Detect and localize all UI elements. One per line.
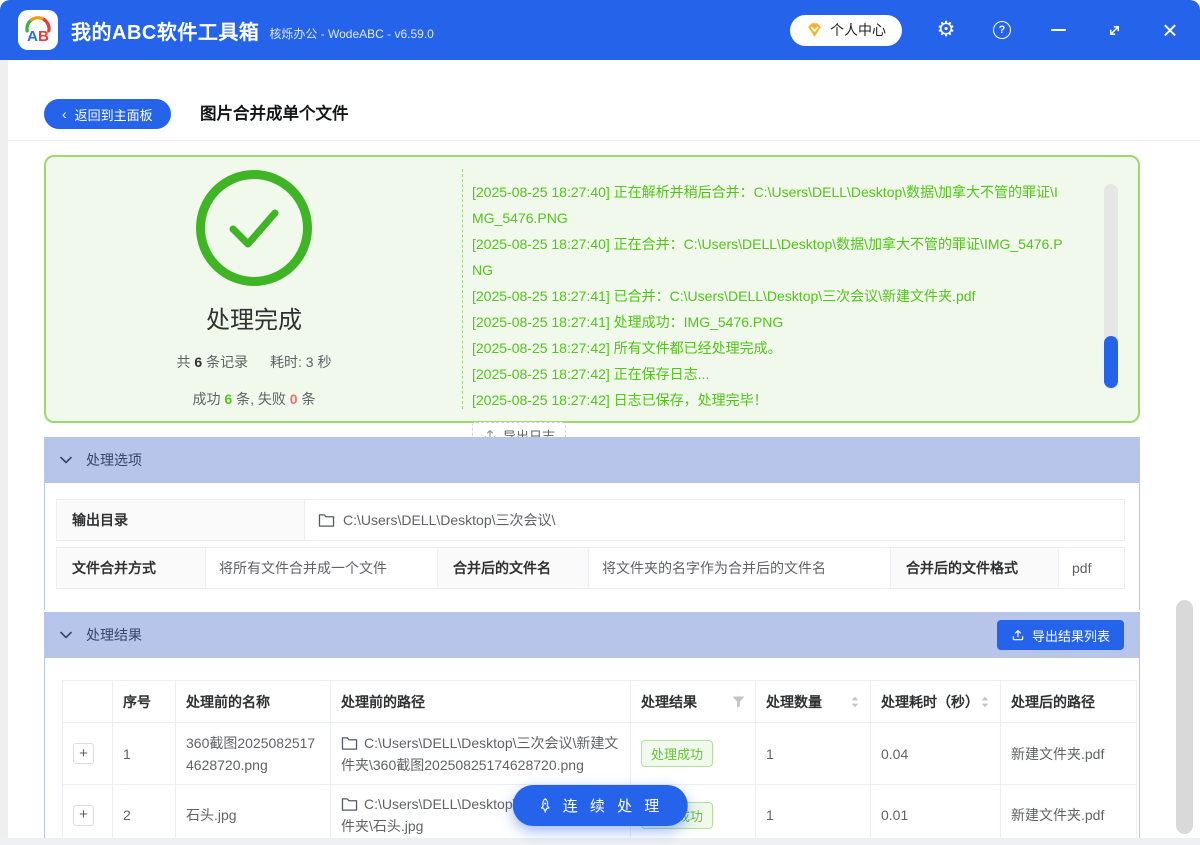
summary-left-column: 处理完成 共 6 条记录 耗时: 3 秒 成功 6 条, 失败 0 条 [46,157,462,421]
export-results-button[interactable]: 导出结果列表 [996,620,1124,650]
col-src-path: 处理前的路径 [330,680,631,723]
summary-totals: 共 6 条记录 耗时: 3 秒 [176,354,332,370]
col-out-path: 处理后的路径 [1000,680,1137,723]
titlebar: AB 我的ABC软件工具箱 核烁办公 - WodeABC - v6.59.0 个… [0,0,1200,60]
desktop-edge [0,60,8,845]
maximize-button[interactable] [1102,18,1126,42]
help-icon[interactable]: ? [990,18,1014,42]
row-name: 石头.jpg [186,807,237,823]
log-scrollbar[interactable] [1104,184,1118,389]
log-line: [2025-08-25 18:27:42] 正在保存日志... [472,366,710,382]
section-header-options[interactable]: 处理选项 [44,437,1140,483]
rocket-icon [540,798,550,813]
log-line: [2025-08-25 18:27:41] 处理成功：IMG_5476.PNG [472,314,784,330]
section-header-results[interactable]: 处理结果 导出结果列表 [44,612,1140,658]
row-time: 0.01 [870,784,1001,845]
success-check-icon [196,170,312,286]
svg-text:AB: AB [27,28,49,45]
row-count: 1 [755,784,871,845]
vip-diamond-icon [808,23,821,37]
option-row-output-dir: 输出目录 C:\Users\DELL\Desktop\三次会议\ [56,499,1125,541]
app-subtitle: 核烁办公 - WodeABC - v6.59.0 [269,26,434,41]
folder-icon [341,736,358,750]
back-button-label: 返回到主面板 [74,107,153,123]
continue-processing-button[interactable]: 连 续 处 理 [512,785,688,826]
upload-icon [1012,630,1024,641]
status-badge: 处理成功 [641,740,714,767]
settings-gear-icon[interactable]: ⚙ [934,18,958,42]
row-time: 0.04 [870,722,1001,785]
merge-mode-value: 将所有文件合并成一个文件 [206,548,438,588]
continue-button-label: 连 续 处 理 [562,798,664,815]
col-count[interactable]: 处理数量 [755,680,871,723]
back-chevron-icon: ‹ [62,106,67,122]
log-scrollbar-thumb[interactable] [1104,336,1118,388]
chevron-down-icon [60,631,72,639]
user-center-label: 个人中心 [830,22,886,38]
options-section-title: 处理选项 [86,452,142,468]
options-body: 输出目录 C:\Users\DELL\Desktop\三次会议\ 文件合并方式 … [44,483,1140,610]
merged-name-label: 合并后的文件名 [438,548,589,588]
folder-icon [318,513,335,527]
app-title: 我的ABC软件工具箱 [71,21,260,44]
col-index: 序号 [112,680,176,723]
row-src-path: C:\Users\DELL\Desktop\三次会议\新建文件夹\360截图20… [341,734,619,773]
page-scrollbar-thumb[interactable] [1176,600,1193,834]
log-area: [2025-08-25 18:27:40] 正在解析并稍后合并：C:\Users… [462,169,1138,448]
user-center-button[interactable]: 个人中心 [790,14,902,46]
app-window: AB 我的ABC软件工具箱 核烁办公 - WodeABC - v6.59.0 个… [0,0,1200,845]
table-header-row: 序号 处理前的名称 处理前的路径 处理结果 处理数量 处理耗时（秒） 处理后的路… [62,680,1137,723]
minimize-button[interactable] [1046,18,1070,42]
result-summary-panel: 处理完成 共 6 条记录 耗时: 3 秒 成功 6 条, 失败 0 条 [202… [44,155,1140,448]
log-line: [2025-08-25 18:27:42] 所有文件都已经处理完成。 [472,340,782,356]
back-to-dashboard-button[interactable]: ‹ 返回到主面板 [44,99,171,129]
merge-mode-label: 文件合并方式 [57,548,206,588]
row-out-path: 新建文件夹.pdf [1011,807,1105,823]
page-title: 图片合并成单个文件 [200,105,349,123]
row-name: 360截图20250825174628720.png [186,734,316,773]
close-button[interactable]: × [1158,17,1182,43]
row-count: 1 [755,722,871,785]
merged-format-label: 合并后的文件格式 [891,548,1059,588]
bottom-strip [0,838,1200,845]
col-time[interactable]: 处理耗时（秒） [870,680,1001,723]
col-name: 处理前的名称 [175,680,331,723]
sort-icon[interactable] [850,695,860,709]
summary-success-fail: 成功 6 条, 失败 0 条 [192,391,316,407]
status-title: 处理完成 [206,307,302,334]
folder-icon [341,798,358,811]
filter-icon[interactable] [732,696,745,708]
row-index: 2 [112,784,176,845]
chevron-down-icon [60,456,72,464]
output-dir-value: C:\Users\DELL\Desktop\三次会议\ [305,500,1124,540]
log-line: [2025-08-25 18:27:41] 已合并：C:\Users\DELL\… [472,288,976,304]
col-expand [62,680,113,723]
results-section-title: 处理结果 [86,627,142,643]
sort-icon[interactable] [980,695,990,709]
expand-row-button[interactable]: + [73,743,94,764]
row-index: 1 [112,722,176,785]
merged-format-value: pdf [1072,560,1092,576]
header-divider [0,140,1200,141]
output-dir-label: 输出目录 [57,500,305,540]
expand-row-button[interactable]: + [73,804,94,826]
log-line: [2025-08-25 18:27:40] 正在合并：C:\Users\DELL… [472,236,1063,278]
log-line: [2025-08-25 18:27:42] 日志已保存，处理完毕！ [472,392,768,408]
merged-name-value: 将文件夹的名字作为合并后的文件名 [589,548,891,588]
app-logo-icon: AB [18,10,58,50]
log-line: [2025-08-25 18:27:40] 正在解析并稍后合并：C:\Users… [472,184,1058,226]
col-result[interactable]: 处理结果 [630,680,756,723]
option-row-merge-settings: 文件合并方式 将所有文件合并成一个文件 合并后的文件名 将文件夹的名字作为合并后… [56,547,1125,589]
export-results-label: 导出结果列表 [1031,628,1110,644]
row-out-path: 新建文件夹.pdf [1011,745,1105,762]
table-row: + 1 360截图20250825174628720.png C:\Users\… [62,722,1137,785]
